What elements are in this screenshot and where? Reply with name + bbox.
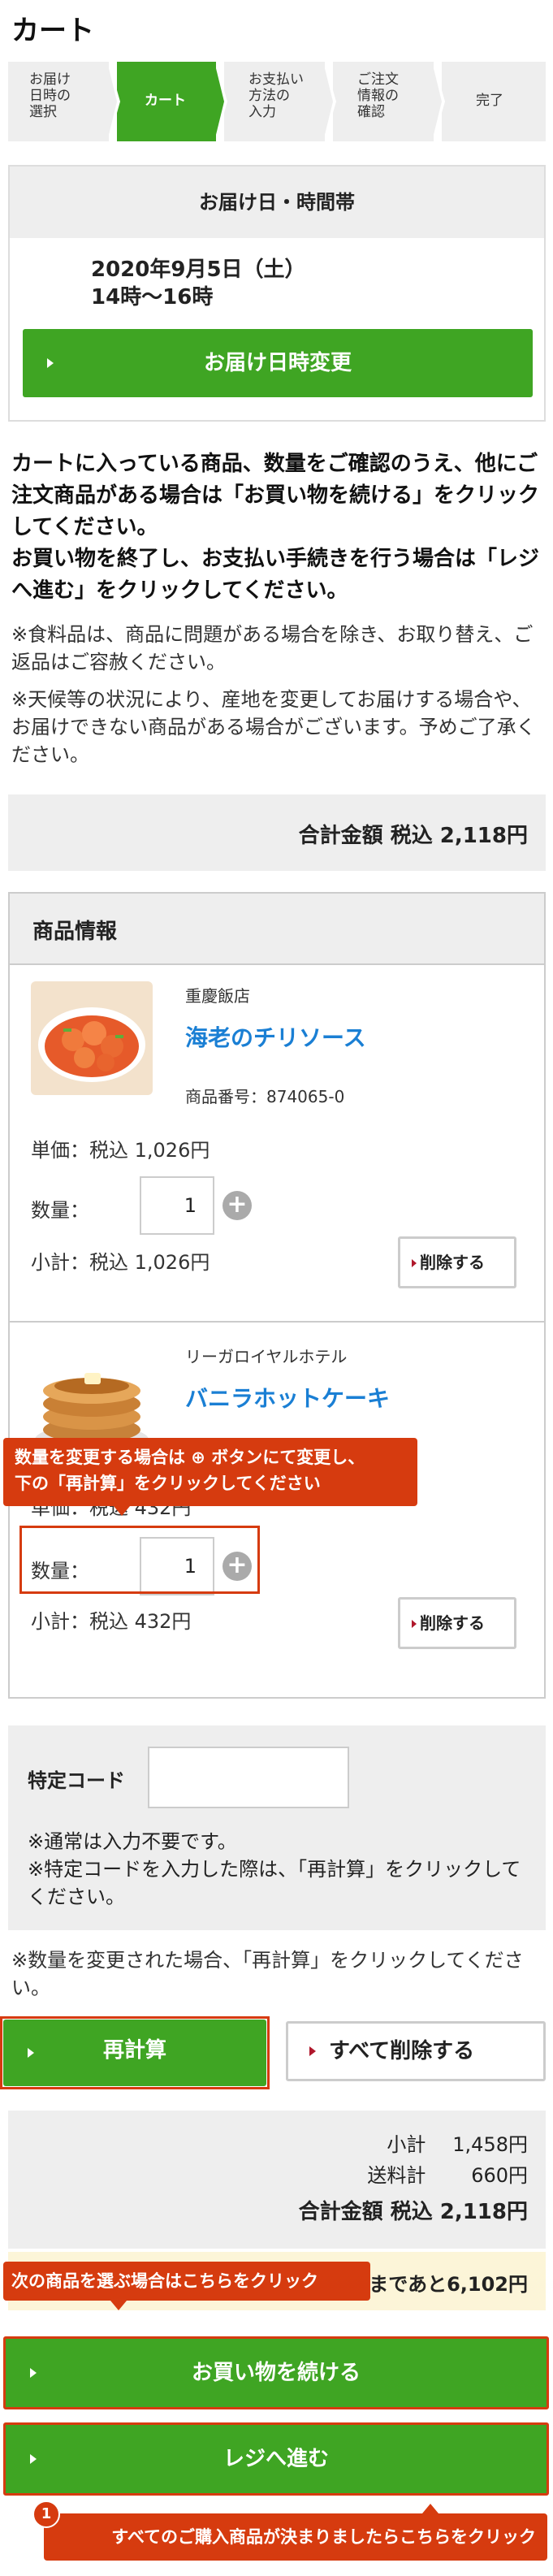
- proceed-to-checkout-button[interactable]: レジへ進む: [3, 2422, 549, 2496]
- plus-icon[interactable]: +: [222, 1191, 252, 1220]
- promo-code-note: ※通常は入力不要です。 ※特定コードを入力した際は、「再計算」をクリックしてくだ…: [28, 1830, 521, 1908]
- product-shop: 重慶飯店: [185, 986, 250, 1006]
- delivery-datetime: 2020年9月5日（土） 14時～16時: [91, 256, 306, 311]
- promo-code-label: 特定コード: [28, 1769, 125, 1792]
- arrow-icon: [309, 2046, 316, 2056]
- step-label: 完了: [476, 93, 503, 109]
- arrow-icon: [412, 1259, 417, 1267]
- step-complete: 完了: [442, 62, 546, 141]
- step-label: お支払い 方法の 入力: [248, 71, 304, 120]
- note-food-return: ※食料品は、商品に問題がある場合を除き、お取り替え、ご返品はご容赦ください。: [11, 623, 534, 673]
- summary-total: 合計金額 税込 2,118円: [298, 2200, 528, 2224]
- delete-item-button[interactable]: 削除する: [398, 1236, 516, 1288]
- product-shop: リーガロイヤルホテル: [185, 1347, 348, 1366]
- promo-code-input[interactable]: [148, 1747, 349, 1808]
- summary-subtotal: 1,458円: [452, 2133, 528, 2156]
- continue-shopping-button[interactable]: お買い物を続ける: [3, 2336, 549, 2409]
- note-weather: ※天候等の状況により、産地を変更してお届けする場合や、お届けできない商品がある場…: [11, 688, 536, 766]
- step-cart: カート: [117, 62, 227, 141]
- play-arrow-icon: [28, 2048, 34, 2058]
- summary-subtotal-label: 小計: [387, 2133, 426, 2156]
- change-delivery-label: お届け日時変更: [203, 351, 352, 375]
- step-number-badge: 1: [32, 2500, 60, 2528]
- delivery-panel: お届け日・時間帯 2020年9月5日（土） 14時～16時 お届け日時変更: [8, 165, 546, 422]
- step-label: カート: [145, 93, 186, 109]
- product-image-shrimp[interactable]: [31, 981, 153, 1095]
- delivery-time: 14時～16時: [91, 285, 214, 310]
- total-bar: 合計金額 税込 2,118円: [8, 794, 546, 871]
- register-help-callout: すべてのご購入商品が決まりましたらこちらをクリック: [44, 2513, 547, 2561]
- step-delivery-date: お届け 日時の 選択: [8, 62, 120, 141]
- summary-shipping-label: 送料計: [367, 2164, 426, 2187]
- delete-label: 削除する: [420, 1613, 485, 1633]
- arrow-icon: [412, 1620, 417, 1628]
- step-label: お届け 日時の 選択: [29, 71, 71, 120]
- register-label: レジへ進む: [222, 2447, 329, 2471]
- play-arrow-icon: [47, 358, 54, 368]
- step-payment: お支払い 方法の 入力: [224, 62, 336, 141]
- summary-shipping: 660円: [471, 2164, 528, 2187]
- delete-item-button[interactable]: 削除する: [398, 1597, 516, 1649]
- product-code: 商品番号：874065-0: [185, 1087, 345, 1106]
- delete-all-button[interactable]: すべて削除する: [286, 2021, 546, 2081]
- quantity-input[interactable]: 1: [140, 1176, 214, 1235]
- continue-help-callout: 次の商品を選ぶ場合はこちらをクリック: [3, 2262, 370, 2301]
- callout-tail: [422, 2504, 439, 2513]
- recalc-note: ※数量を変更された場合、「再計算」をクリックしてください。: [11, 1949, 524, 1999]
- delete-label: 削除する: [420, 1253, 485, 1272]
- step-confirm: ご注文 情報の 確認: [333, 62, 445, 141]
- product-panel-header: 商品情報: [10, 894, 544, 965]
- recalc-label: 再計算: [102, 2038, 166, 2063]
- delivery-date: 2020年9月5日（土）: [91, 258, 306, 282]
- product-subtotal: 小計：税込 432円: [31, 1610, 192, 1633]
- quantity-highlight: [19, 1526, 260, 1594]
- product-subtotal: 小計：税込 1,026円: [31, 1251, 210, 1274]
- order-summary: 小計 1,458円 送料計 660円 合計金額 税込 2,118円: [8, 2111, 546, 2249]
- play-arrow-icon: [30, 2454, 37, 2464]
- step-label: ご注文 情報の 確認: [357, 71, 399, 120]
- product-name-link[interactable]: バニラホットケーキ: [185, 1381, 390, 1414]
- product-panel-title: 商品情報: [32, 920, 118, 944]
- delivery-heading: お届け日・時間帯: [10, 167, 544, 238]
- product-name-link[interactable]: 海老のチリソース: [185, 1020, 366, 1053]
- summary-shipping-row: 送料計 660円: [367, 2159, 528, 2188]
- play-arrow-icon: [30, 2368, 37, 2378]
- callout-tail: [110, 2301, 127, 2310]
- page-title: カート: [11, 15, 94, 47]
- promo-code-area: 特定コード ※通常は入力不要です。 ※特定コードを入力した際は、「再計算」をクリ…: [8, 1725, 546, 1930]
- qty-label: 数量：: [31, 1199, 89, 1222]
- summary-subtotal-row: 小計 1,458円: [387, 2128, 528, 2157]
- total-amount: 合計金額 税込 2,118円: [298, 824, 528, 848]
- checkout-steps: お届け 日時の 選択 カート お支払い 方法の 入力 ご注文 情報の 確認 完了: [8, 62, 546, 141]
- callout-tail: [114, 1506, 130, 1516]
- divider: [10, 1321, 544, 1323]
- intro-text: カートに入っている商品、数量をご確認のうえ、他にご注文商品がある場合は「お買い物…: [11, 452, 540, 603]
- continue-label: お買い物を続ける: [191, 2361, 361, 2385]
- delete-all-label: すべて削除する: [329, 2039, 475, 2063]
- product-unit-price: 単価：税込 1,026円: [31, 1139, 210, 1162]
- quantity-help-callout: 数量を変更する場合は ⊕ ボタンにて変更し、 下の「再計算」をクリックしてくださ…: [3, 1438, 417, 1506]
- change-delivery-button[interactable]: お届け日時変更: [23, 329, 533, 397]
- recalc-button[interactable]: 再計算: [3, 2020, 266, 2086]
